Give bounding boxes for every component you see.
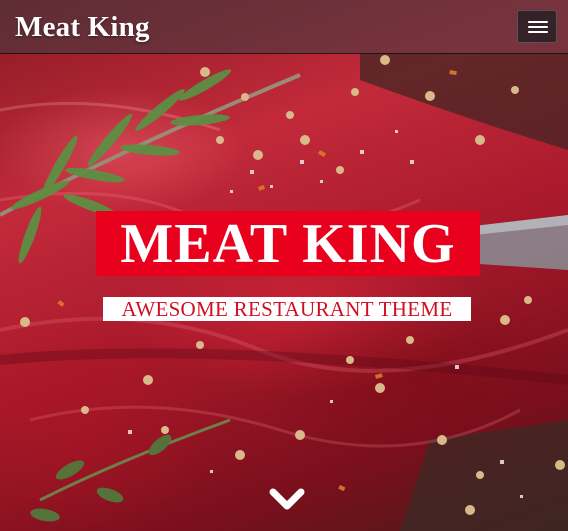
chevron-down-icon[interactable]	[269, 484, 305, 514]
navbar-brand[interactable]: Meat King	[15, 8, 150, 46]
navbar: Meat King	[0, 0, 568, 54]
hero-subtitle-box: AWESOME RESTAURANT THEME	[103, 297, 471, 321]
menu-toggle-button[interactable]	[517, 10, 557, 43]
hero-title-box: MEAT KING	[96, 211, 480, 276]
hero-title: MEAT KING	[120, 212, 456, 275]
hero-subtitle: AWESOME RESTAURANT THEME	[121, 297, 453, 321]
